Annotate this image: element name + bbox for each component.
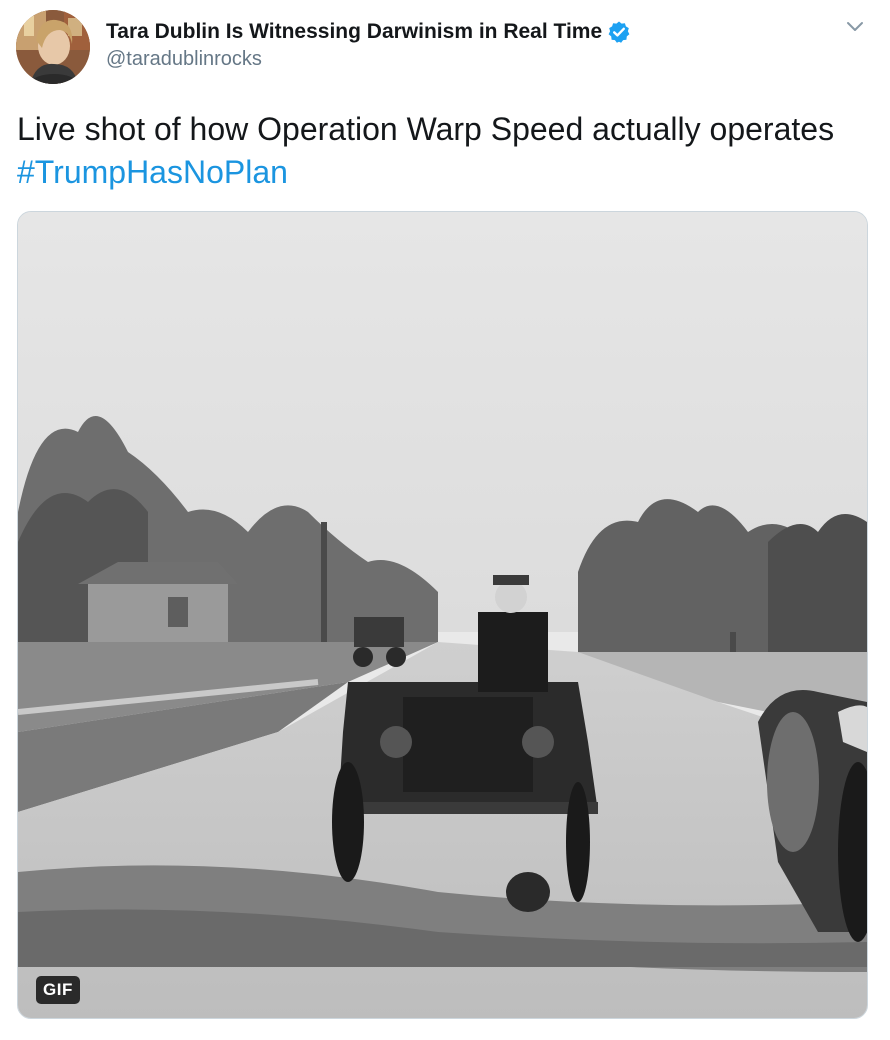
avatar-image <box>16 10 90 84</box>
gif-frame-image <box>18 212 867 1018</box>
hashtag-link[interactable]: #TrumpHasNoPlan <box>17 154 288 190</box>
author-display-name[interactable]: Tara Dublin Is Witnessing Darwinism in R… <box>106 20 602 44</box>
author-handle[interactable]: @taradublinrocks <box>106 48 631 71</box>
author-info: Tara Dublin Is Witnessing Darwinism in R… <box>106 18 631 71</box>
verified-badge-icon <box>607 20 631 44</box>
author-avatar[interactable] <box>16 10 90 84</box>
gif-media[interactable]: GIF <box>17 211 868 1019</box>
display-name-row: Tara Dublin Is Witnessing Darwinism in R… <box>106 18 631 46</box>
tweet-text: Live shot of how Operation Warp Speed ac… <box>17 108 857 194</box>
chevron-down-icon[interactable] <box>844 16 866 38</box>
tweet-card: Tara Dublin Is Witnessing Darwinism in R… <box>0 0 890 1040</box>
gif-badge: GIF <box>36 976 80 1004</box>
tweet-text-body: Live shot of how Operation Warp Speed ac… <box>17 111 835 147</box>
